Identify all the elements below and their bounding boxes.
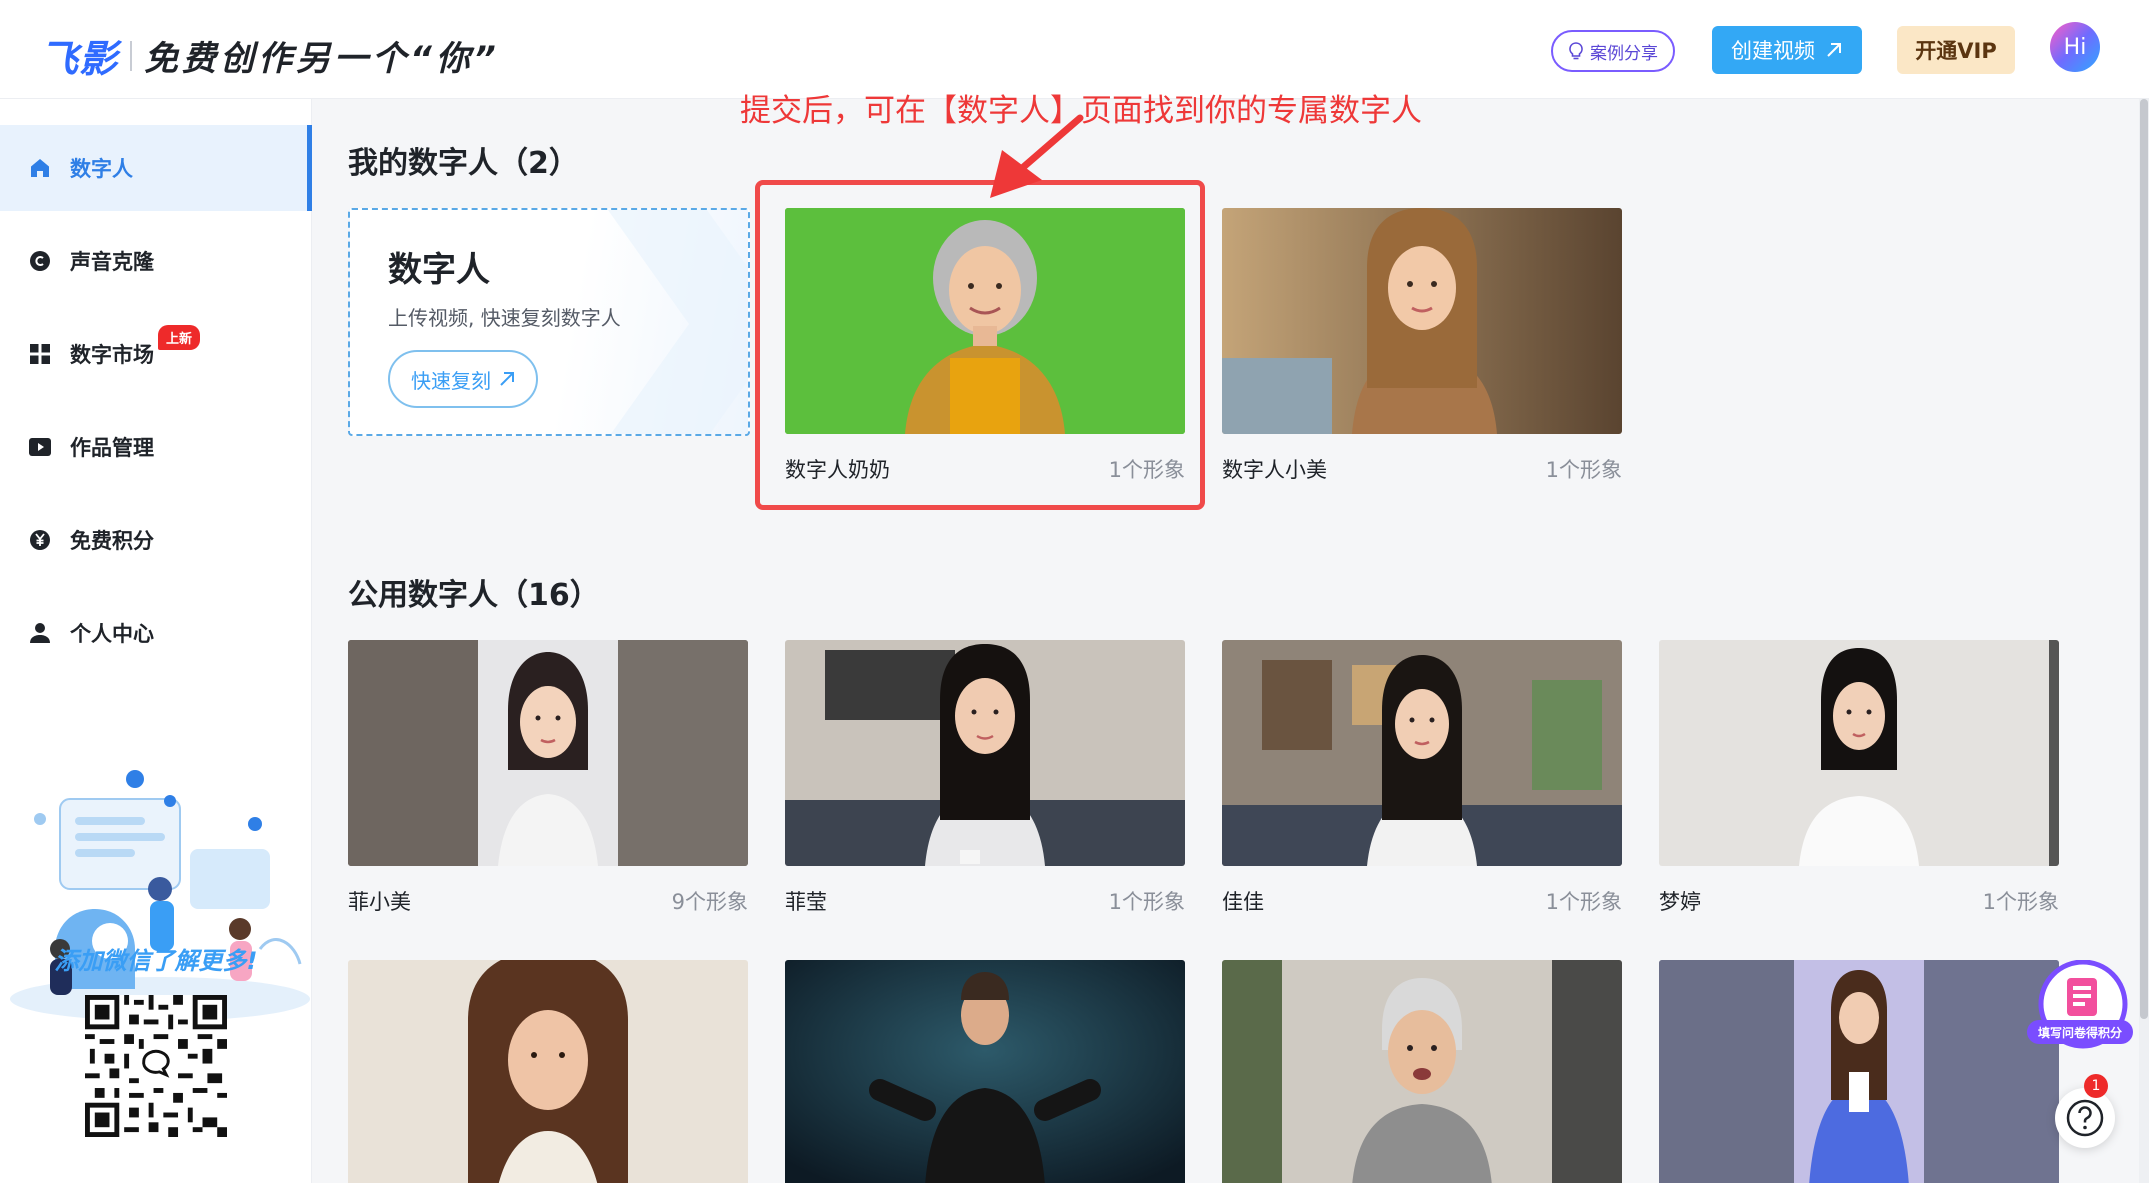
logo-text: 飞影 (40, 37, 119, 81)
brand-logo[interactable]: 飞影 免费创作另一个“你” (40, 28, 500, 83)
avatar-count: 1个形象 (1545, 890, 1622, 914)
avatar-thumbnail[interactable] (1222, 640, 1622, 866)
avatar-count: 1个形象 (1982, 890, 2059, 914)
avatar-thumbnail[interactable] (785, 960, 1185, 1183)
avatar-card-mengting[interactable]: 梦婷 1个形象 (1659, 640, 2059, 916)
sidebar-item-voice-clone[interactable]: 声音克隆 (0, 218, 312, 304)
help-button[interactable] (2055, 1088, 2115, 1148)
logo-divider (130, 40, 133, 71)
mengting-portrait-image (1659, 640, 2059, 866)
avatar-card-row3-2[interactable] (785, 960, 1185, 1183)
avatar-card-jiajia[interactable]: 佳佳 1个形象 (1222, 640, 1622, 916)
avatar-card-feixiaomei[interactable]: 菲小美 9个形象 (348, 640, 748, 916)
decorative-chevron (608, 210, 748, 434)
man-presenter-portrait-image (785, 960, 1185, 1183)
highlight-box (755, 180, 1205, 510)
survey-label: 填写问卷得积分 (2038, 1025, 2122, 1040)
jiajia-portrait-image (1222, 640, 1622, 866)
clone-card-subtitle: 上传视频, 快速复刻数字人 (388, 306, 621, 330)
user-avatar[interactable]: Hi (2050, 22, 2100, 72)
sidebar-item-label: 个人中心 (70, 622, 154, 646)
avatar-thumbnail[interactable] (1222, 208, 1622, 434)
avatar-card-row3-4[interactable] (1659, 960, 2059, 1183)
user-icon (28, 621, 52, 645)
sidebar-item-profile[interactable]: 个人中心 (0, 590, 312, 676)
avatar-name: 佳佳 (1222, 890, 1264, 914)
home-icon (28, 156, 52, 180)
arrow-up-right-icon (500, 372, 514, 386)
vip-label: 开通VIP (1915, 39, 1997, 63)
avatar-thumbnail[interactable] (1222, 960, 1622, 1183)
xiaomei-portrait-image (1222, 208, 1622, 434)
avatar-card-row3-3[interactable] (1222, 960, 1622, 1183)
help-notification-badge: 1 (2084, 1074, 2108, 1098)
my-avatars-title: 我的数字人（2） (348, 146, 579, 181)
avatar-card-feiying[interactable]: 菲莹 1个形象 (785, 640, 1185, 916)
avatar-thumbnail[interactable] (348, 960, 748, 1183)
quick-clone-button[interactable]: 快速复刻 (388, 350, 538, 408)
avatar-name: 梦婷 (1659, 890, 1701, 914)
avatar-thumbnail[interactable] (1659, 640, 2059, 866)
survey-reward-widget[interactable]: 填写问卷得积分 (2025, 960, 2135, 1052)
avatar-count: 9个形象 (671, 890, 748, 914)
avatar-name: 数字人小美 (1222, 458, 1327, 482)
avatar-name: 菲莹 (785, 890, 827, 914)
arrow-up-right-icon (1827, 43, 1841, 57)
avatar-card-xiaomei[interactable]: 数字人小美 1个形象 (1222, 208, 1622, 484)
open-vip-button[interactable]: 开通VIP (1897, 26, 2015, 74)
clone-avatar-card[interactable]: 数字人 上传视频, 快速复刻数字人 快速复刻 (348, 208, 750, 436)
new-badge: 上新 (158, 325, 201, 350)
create-video-button[interactable]: 创建视频 (1712, 26, 1862, 74)
create-video-label: 创建视频 (1731, 39, 1815, 63)
case-share-label: 案例分享 (1590, 43, 1658, 64)
lightbulb-icon (1569, 42, 1583, 60)
wechat-qr-code (85, 995, 227, 1137)
avatar-thumbnail[interactable] (348, 640, 748, 866)
quick-clone-label: 快速复刻 (411, 368, 491, 393)
logo-slogan: 免费创作另一个“你” (144, 39, 500, 79)
sidebar-item-digital-market[interactable]: 数字市场 上新 (0, 311, 312, 397)
woman-blue-suit-portrait-image (1659, 960, 2059, 1183)
sidebar-item-label: 作品管理 (70, 436, 154, 460)
sidebar-item-label: 数字人 (70, 157, 133, 181)
sidebar-item-label: 数字市场 (70, 343, 154, 367)
wechat-promo-illustration (10, 770, 310, 1021)
vertical-scrollbar-thumb[interactable] (2140, 99, 2148, 1019)
avatar-thumbnail[interactable] (785, 640, 1185, 866)
public-avatars-title: 公用数字人（16） (348, 578, 600, 613)
avatar-thumbnail[interactable] (1659, 960, 2059, 1183)
case-share-button[interactable]: 案例分享 (1551, 30, 1675, 72)
wechat-promo-text: 添加微信了解更多! (54, 947, 258, 975)
sidebar-item-free-points[interactable]: 免费积分 (0, 497, 312, 583)
sidebar: 数字人 声音克隆 数字市场 上新 作品管理 免费积分 个人中心 添加微信了解更多… (0, 99, 312, 1183)
yen-coin-icon (28, 528, 52, 552)
older-woman-portrait-image (1222, 960, 1622, 1183)
sidebar-item-label: 免费积分 (70, 529, 154, 553)
sidebar-item-digital-human[interactable]: 数字人 (0, 125, 312, 211)
feixiaomei-portrait-image (348, 640, 748, 866)
woman-brown-hair-portrait-image (348, 960, 748, 1183)
voice-clone-icon (28, 249, 52, 273)
annotation-arrow-icon (990, 114, 1084, 198)
sidebar-item-works[interactable]: 作品管理 (0, 404, 312, 490)
avatar-count: 1个形象 (1108, 890, 1185, 914)
question-mark-icon (2066, 1099, 2104, 1137)
clone-card-title: 数字人 (388, 250, 490, 290)
avatar-label: Hi (2063, 34, 2087, 60)
grid-icon (28, 342, 52, 366)
avatar-count: 1个形象 (1545, 458, 1622, 482)
avatar-card-row3-1[interactable] (348, 960, 748, 1183)
sidebar-item-label: 声音克隆 (70, 250, 154, 274)
avatar-name: 菲小美 (348, 890, 411, 914)
feiying-portrait-image (785, 640, 1185, 866)
video-icon (28, 435, 52, 459)
